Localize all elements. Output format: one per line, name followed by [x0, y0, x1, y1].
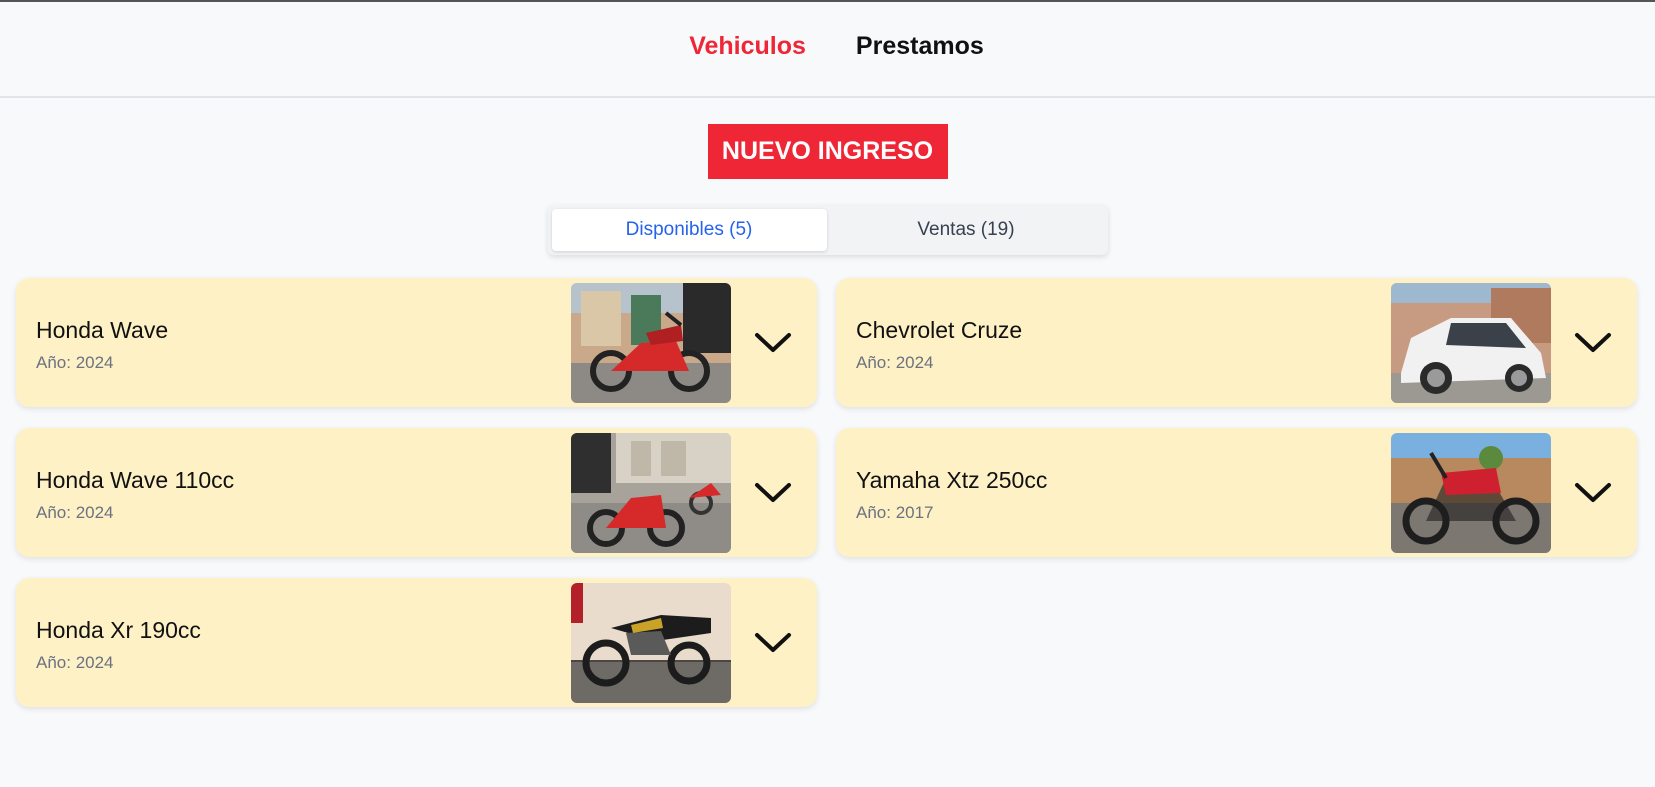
- expand-button[interactable]: [737, 278, 809, 407]
- expand-button[interactable]: [737, 428, 809, 557]
- vehicle-card[interactable]: Honda Xr 190cc Año: 2024: [16, 578, 817, 707]
- vehicle-info: Honda Wave Año: 2024: [16, 313, 571, 373]
- vehicle-photo: [571, 282, 731, 403]
- vehicle-info: Honda Wave 110cc Año: 2024: [16, 463, 571, 523]
- nav-link-vehiculos[interactable]: Vehiculos: [689, 32, 806, 61]
- vehicle-info: Honda Xr 190cc Año: 2024: [16, 613, 571, 673]
- vehicle-name: Yamaha Xtz 250cc: [856, 466, 1048, 493]
- vehicle-list: Honda Wave Año: 2024 Chevrolet Cruze Año…: [16, 278, 1637, 707]
- vehicle-year: Año: 2024: [856, 352, 934, 372]
- new-entry-button[interactable]: NUEVO INGRESO: [707, 124, 948, 179]
- vehicle-photo: [1391, 282, 1551, 403]
- vehicle-info: Chevrolet Cruze Año: 2024: [836, 313, 1391, 373]
- expand-button[interactable]: [1557, 428, 1629, 557]
- vehicle-card[interactable]: Honda Wave 110cc Año: 2024: [16, 428, 817, 557]
- chevron-down-icon: [1575, 332, 1611, 352]
- vehicle-card[interactable]: Honda Wave Año: 2024: [16, 278, 817, 407]
- vehicle-name: Chevrolet Cruze: [856, 316, 1023, 343]
- tabs-container: Disponibles (5) Ventas (19): [0, 205, 1655, 255]
- actions-bar: NUEVO INGRESO: [0, 124, 1655, 179]
- vehicle-card[interactable]: Yamaha Xtz 250cc Año: 2017: [836, 428, 1637, 557]
- vehicle-year: Año: 2024: [36, 652, 114, 672]
- vehicle-name: Honda Xr 190cc: [36, 616, 201, 643]
- vehicle-photo: [1391, 432, 1551, 553]
- vehicle-photo: [571, 432, 731, 553]
- chevron-down-icon: [755, 482, 791, 502]
- chevron-down-icon: [755, 332, 791, 352]
- status-tabs: Disponibles (5) Ventas (19): [547, 205, 1108, 255]
- tab-ventas[interactable]: Ventas (19): [829, 209, 1104, 251]
- vehicle-name: Honda Wave 110cc: [36, 466, 235, 493]
- vehicle-year: Año: 2017: [856, 502, 934, 522]
- vehicle-info: Yamaha Xtz 250cc Año: 2017: [836, 463, 1391, 523]
- expand-button[interactable]: [737, 578, 809, 707]
- vehicle-card[interactable]: Chevrolet Cruze Año: 2024: [836, 278, 1637, 407]
- nav-link-prestamos[interactable]: Prestamos: [856, 32, 984, 61]
- vehicle-photo: [571, 582, 731, 703]
- vehicle-year: Año: 2024: [36, 352, 114, 372]
- vehicle-year: Año: 2024: [36, 502, 114, 522]
- top-navigation: Vehiculos Prestamos: [0, 2, 1655, 98]
- expand-button[interactable]: [1557, 278, 1629, 407]
- chevron-down-icon: [755, 632, 791, 652]
- vehicle-name: Honda Wave: [36, 316, 169, 343]
- chevron-down-icon: [1575, 482, 1611, 502]
- tab-disponibles[interactable]: Disponibles (5): [551, 209, 827, 251]
